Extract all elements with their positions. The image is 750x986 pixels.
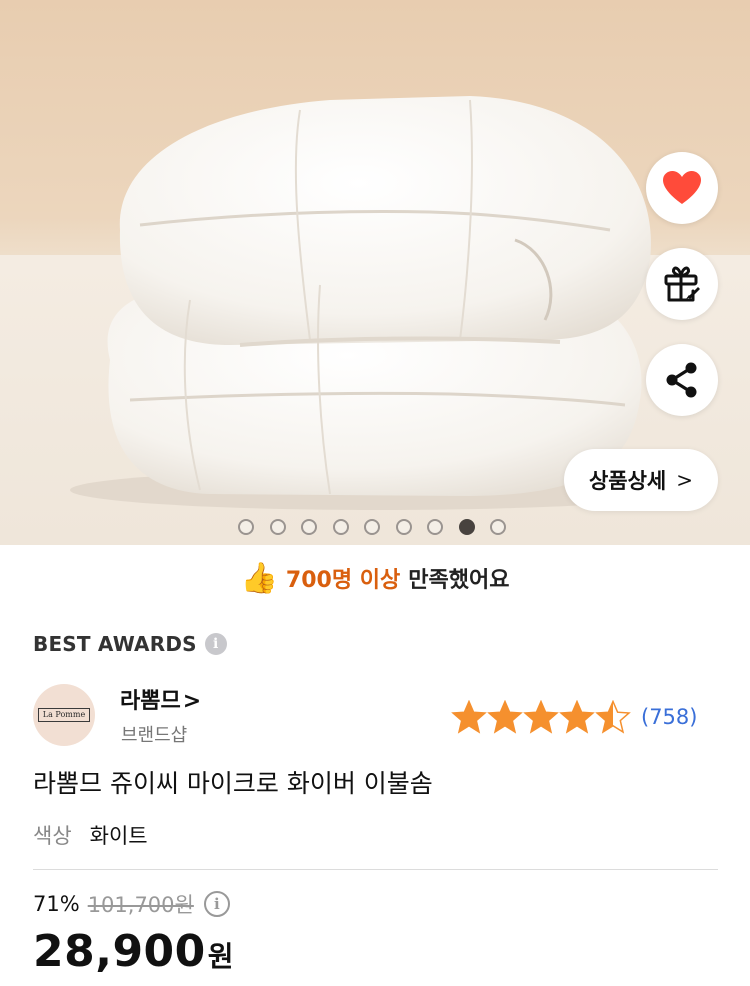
share-button[interactable]	[646, 344, 718, 416]
wishlist-button[interactable]	[646, 152, 718, 224]
product-detail-button[interactable]: 상품상세 >	[564, 449, 718, 511]
price-info-icon[interactable]: i	[203, 891, 230, 917]
carousel-dot[interactable]	[490, 519, 506, 535]
discount-rate: 71%	[33, 892, 80, 916]
carousel-indicator	[238, 519, 506, 535]
chevron-right-icon: >	[182, 689, 202, 714]
satisfaction-text: 만족했어요	[408, 568, 510, 593]
price-info-row: 71% 101,700원 i	[33, 889, 230, 919]
brand-shop-label: 브랜드샵	[121, 725, 188, 746]
star-icon	[559, 700, 595, 734]
option-value: 화이트	[89, 824, 148, 848]
satisfaction-count: 700명 이상	[285, 568, 401, 593]
currency-unit: 원	[207, 940, 234, 973]
thumbs-up-icon: 👍	[240, 560, 278, 596]
star-icon	[595, 700, 631, 734]
carousel-dot[interactable]	[301, 519, 317, 535]
option-label: 색상	[33, 824, 72, 848]
carousel-dot[interactable]	[395, 519, 412, 535]
carousel-dot[interactable]	[427, 519, 443, 535]
brand-logo[interactable]: La Pomme	[33, 684, 95, 746]
sale-price: 28,900 원	[33, 926, 234, 977]
star-icon	[451, 700, 487, 734]
gift-button[interactable]	[646, 248, 718, 320]
carousel-dot[interactable]	[332, 519, 349, 535]
divider	[33, 869, 718, 870]
brand-logo-text: La Pomme	[42, 710, 86, 719]
best-awards-label: BEST AWARDS	[33, 632, 197, 656]
carousel-dot[interactable]	[364, 519, 380, 535]
best-awards: BEST AWARDS i	[33, 632, 227, 656]
star-icon	[487, 700, 523, 734]
star-icon	[523, 700, 559, 734]
rating-stars	[451, 700, 631, 734]
brand-name: 라뽐므	[120, 689, 181, 714]
share-icon	[666, 362, 697, 398]
heart-icon	[663, 171, 701, 204]
carousel-dot-active[interactable]	[458, 519, 475, 535]
brand-logo-mark: La Pomme	[37, 708, 91, 722]
brand-name-link[interactable]: 라뽐므>	[120, 683, 201, 715]
carousel-dot[interactable]	[269, 519, 286, 535]
rating[interactable]: (758)	[451, 700, 697, 734]
carousel-dot[interactable]	[238, 519, 254, 535]
satisfaction-banner: 👍 700명 이상 만족했어요	[0, 552, 750, 604]
original-price: 101,700원	[87, 893, 194, 917]
chevron-right-icon: >	[676, 468, 694, 492]
product-detail-label: 상품상세	[588, 469, 667, 493]
product-image-carousel[interactable]: 상품상세 >	[0, 0, 750, 545]
product-title: 라뽐므 쥬이씨 마이크로 화이버 이불솜	[33, 769, 433, 798]
color-option: 색상 화이트	[33, 820, 148, 850]
gift-icon	[664, 266, 700, 302]
sale-price-number: 28,900	[33, 926, 206, 977]
info-icon[interactable]: i	[204, 633, 227, 655]
review-count[interactable]: (758)	[641, 705, 697, 729]
